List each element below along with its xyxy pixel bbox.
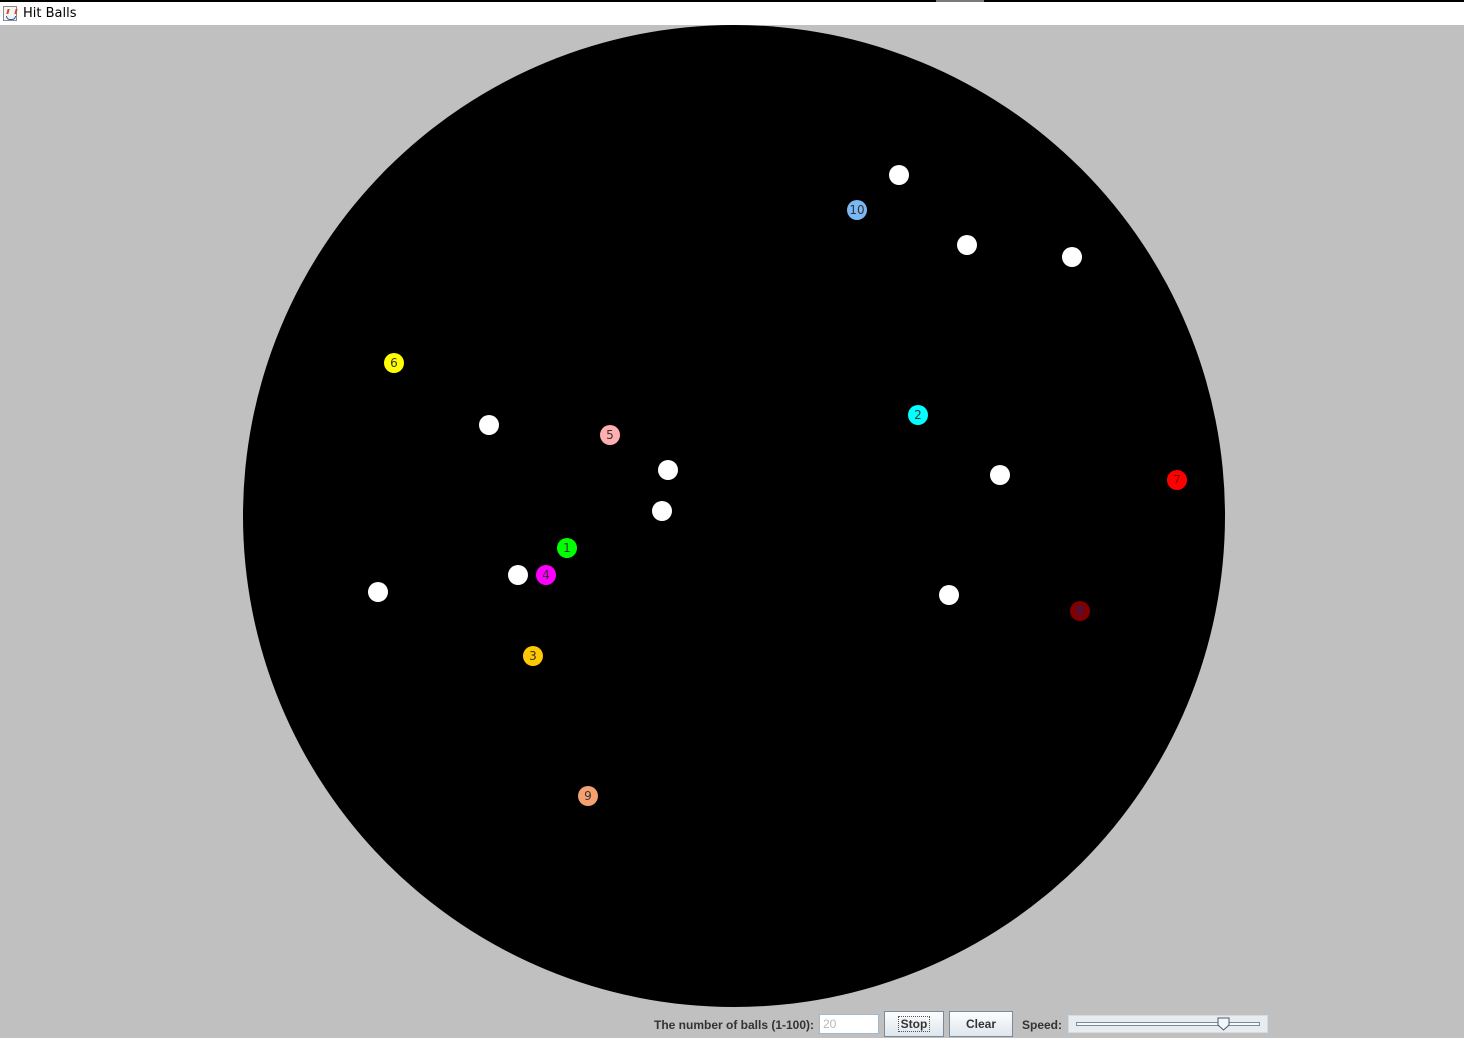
white-ball — [939, 585, 959, 605]
ball-number-label: 7 — [1173, 473, 1181, 487]
stop-button-label: Stop — [897, 1016, 931, 1032]
ball-number-label: 6 — [390, 356, 398, 370]
numbered-ball-7: 7 — [1167, 470, 1187, 490]
speed-slider-thumb[interactable] — [1217, 1017, 1230, 1031]
ball-number-label: 5 — [606, 428, 614, 442]
hit-balls-window: Hit Balls 1 2 3 4 5 6 7 8 9 10 The number of ball… — [0, 0, 1464, 1038]
ball-count-input[interactable] — [819, 1014, 879, 1034]
numbered-ball-2: 2 — [908, 405, 928, 425]
arena-circle[interactable] — [243, 25, 1225, 1007]
numbered-ball-3: 3 — [523, 646, 543, 666]
ball-number-label: 2 — [914, 408, 922, 422]
ball-number-label: 10 — [849, 203, 864, 217]
white-ball — [1062, 247, 1082, 267]
white-ball — [658, 460, 678, 480]
white-ball — [652, 501, 672, 521]
white-ball — [368, 582, 388, 602]
numbered-ball-6: 6 — [384, 353, 404, 373]
control-bar: The number of balls (1-100): Stop Clear … — [0, 1008, 1464, 1038]
speed-slider-track — [1076, 1022, 1260, 1026]
speed-label: Speed: — [1022, 1018, 1063, 1032]
window-title: Hit Balls — [23, 6, 77, 21]
numbered-ball-8: 8 — [1070, 601, 1090, 621]
ball-count-label: The number of balls (1-100): — [654, 1018, 815, 1032]
ball-number-label: 1 — [563, 541, 571, 555]
white-ball — [957, 235, 977, 255]
stop-button[interactable]: Stop — [884, 1011, 944, 1037]
ball-number-label: 8 — [1076, 604, 1084, 618]
speed-slider[interactable] — [1068, 1015, 1268, 1033]
numbered-ball-4: 4 — [536, 565, 556, 585]
ball-number-label: 3 — [529, 649, 537, 663]
numbered-ball-5: 5 — [600, 425, 620, 445]
java-cup-icon — [3, 6, 17, 21]
ball-number-label: 4 — [542, 568, 550, 582]
numbered-ball-1: 1 — [557, 538, 577, 558]
white-ball — [889, 165, 909, 185]
white-ball — [479, 415, 499, 435]
numbered-ball-9: 9 — [578, 786, 598, 806]
ball-number-label: 9 — [584, 789, 592, 803]
clear-button[interactable]: Clear — [949, 1011, 1013, 1037]
white-ball — [508, 565, 528, 585]
white-ball — [990, 465, 1010, 485]
title-bar: Hit Balls — [0, 0, 1464, 25]
title-bar-edge — [936, 0, 984, 2]
ball-arena[interactable]: 1 2 3 4 5 6 7 8 9 10 — [0, 25, 1464, 1015]
numbered-ball-10: 10 — [847, 200, 867, 220]
